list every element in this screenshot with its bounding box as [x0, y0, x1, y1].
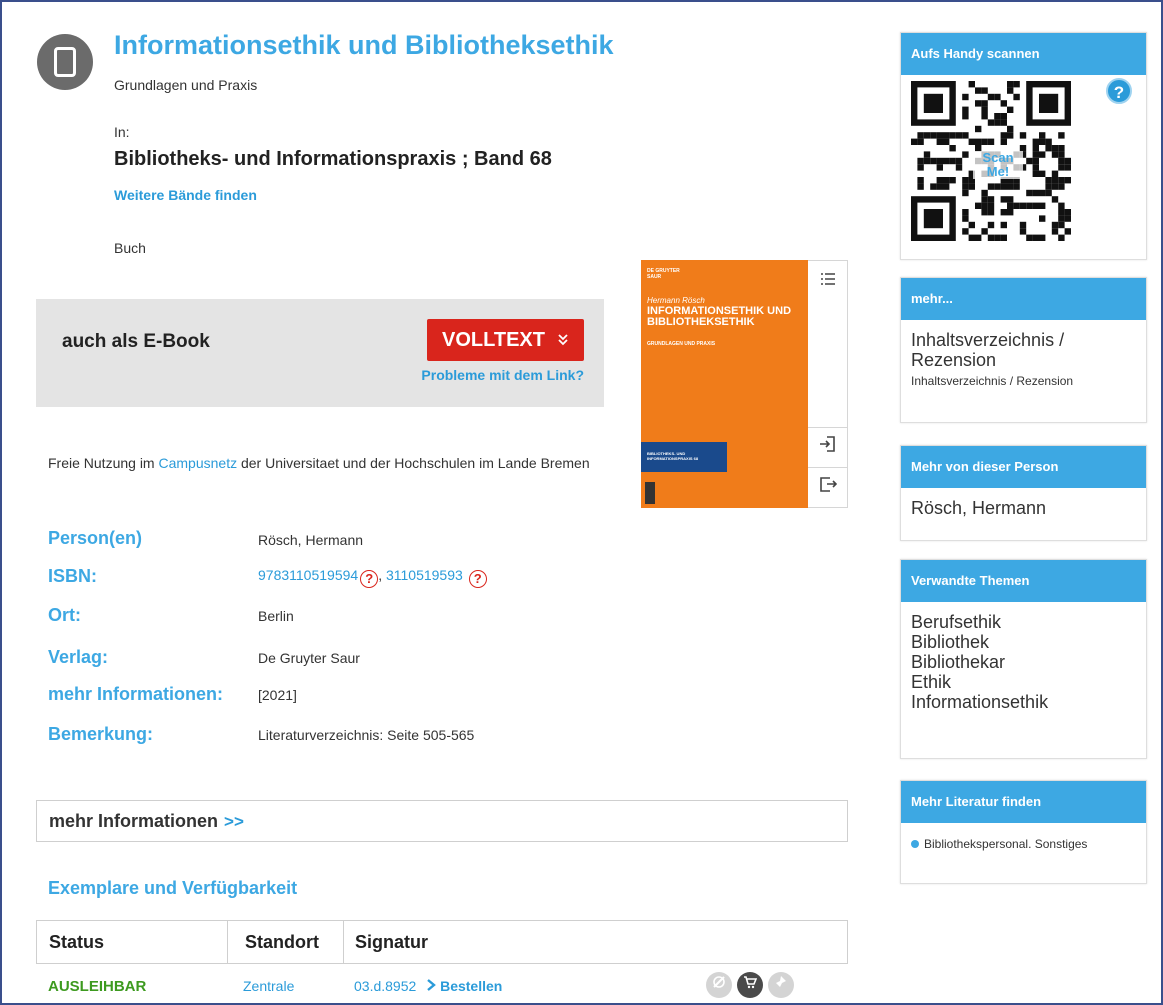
list-item[interactable]: Bibliothekspersonal. Sonstiges	[911, 837, 1136, 851]
order-link[interactable]: Bestellen	[440, 978, 502, 994]
header-signatur: Signatur	[355, 932, 429, 952]
in-label: In:	[114, 124, 130, 140]
subtitle: Grundlagen und Praxis	[114, 77, 258, 93]
book-icon	[37, 34, 93, 90]
bemerkung-label: Bemerkung:	[48, 724, 154, 744]
isbn-info-icon[interactable]: ?	[468, 570, 487, 588]
more-info-label: mehr Informationen	[49, 811, 219, 831]
pin-icon[interactable]	[768, 972, 794, 998]
topic-item[interactable]: Berufsethik	[911, 612, 1136, 632]
literature-heading: Mehr Literatur finden	[901, 781, 1146, 823]
scan-box: Aufs Handy scannen Scan Me! ?	[900, 32, 1147, 260]
header-status: Status	[49, 932, 105, 952]
campusnetz-link[interactable]: Campusnetz	[158, 455, 237, 471]
export-icon[interactable]	[816, 475, 840, 499]
free-use-note: Freie Nutzung im Campusnetz der Universi…	[48, 455, 590, 471]
media-type: Buch	[114, 240, 146, 256]
topic-item[interactable]: Bibliothekar	[911, 652, 1136, 672]
book-cover[interactable]: DE GRUYTER SAUR Hermann Rösch INFORMATION…	[641, 260, 808, 508]
cover-author: Hermann Rösch	[647, 296, 705, 305]
login-icon[interactable]	[816, 435, 840, 459]
signatur-link[interactable]: 03.d.8952	[354, 978, 416, 994]
isbn-info-icon[interactable]: ?	[360, 570, 379, 588]
standort-link[interactable]: Zentrale	[243, 978, 294, 994]
more-info-toggle[interactable]: mehr Informationen >>	[36, 800, 848, 842]
page-title: Informationsethik und Bibliotheksethik	[114, 30, 614, 60]
ebook-label: auch als E-Book	[62, 331, 210, 352]
topic-item[interactable]: Informationsethik	[911, 692, 1136, 712]
cover-publisher-mark	[645, 482, 655, 504]
person-link[interactable]: Rösch, Hermann	[258, 532, 363, 548]
table-header: Status Standort Signatur	[36, 920, 848, 964]
ort-label: Ort:	[48, 605, 81, 625]
verlag-label: Verlag:	[48, 647, 109, 667]
person-box: Mehr von dieser Person Rösch, Hermann	[900, 445, 1147, 541]
isbn-link-2[interactable]: 3110519593	[386, 567, 463, 583]
mehr-box: mehr... Inhaltsverzeichnis / Rezension I…	[900, 277, 1147, 423]
literature-link[interactable]: Bibliothekspersonal. Sonstiges	[924, 837, 1087, 851]
status-badge: AUSLEIHBAR	[48, 978, 147, 995]
table-row: 03.d.8952 Bestellen	[354, 978, 502, 994]
topics-box: Verwandte Themen Berufsethik Bibliothek …	[900, 559, 1147, 759]
cover-series-band: BIBLIOTHEKS- UND INFORMATIONSPRAXIS 68	[641, 442, 727, 472]
bemerkung-value: Literaturverzeichnis: Seite 505-565	[258, 727, 475, 743]
cover-tools	[808, 260, 848, 508]
scan-heading: Aufs Handy scannen	[901, 33, 1146, 75]
series-title: Bibliotheks- und Informationspraxis ; Ba…	[114, 148, 552, 170]
mehr-informationen-label: mehr Informationen:	[48, 684, 224, 704]
isbn-link-1[interactable]: 9783110519594	[258, 567, 358, 583]
mehr-link-small[interactable]: Inhaltsverzeichnis / Rezension	[911, 374, 1136, 388]
isbn-label: ISBN:	[48, 566, 97, 586]
problem-link[interactable]: Probleme mit dem Link?	[421, 367, 584, 383]
verlag-value: De Gruyter Saur	[258, 650, 360, 666]
help-icon[interactable]: ?	[1106, 78, 1132, 104]
list-icon[interactable]	[816, 271, 840, 295]
cover-publisher-sub: SAUR	[647, 274, 662, 280]
person-heading: Mehr von dieser Person	[901, 446, 1146, 488]
mehr-heading: mehr...	[901, 278, 1146, 320]
mehr-link-big[interactable]: Inhaltsverzeichnis / Rezension	[911, 330, 1071, 370]
scan-me-label: Scan Me!	[973, 151, 1023, 179]
cover-subtitle: GRUNDLAGEN UND PRAXIS	[647, 341, 716, 347]
topic-item[interactable]: Bibliothek	[911, 632, 1136, 652]
person-label: Person(en)	[48, 528, 143, 548]
volltext-button[interactable]: VOLLTEXT	[427, 319, 584, 361]
more-volumes-link[interactable]: Weitere Bände finden	[114, 187, 257, 203]
isbn-values: 9783110519594?, 3110519593 ?	[258, 567, 487, 588]
mehr-informationen-value: [2021]	[258, 687, 297, 703]
double-chevron-down-icon	[558, 334, 568, 346]
ort-value: Berlin	[258, 608, 294, 624]
volltext-label: VOLLTEXT	[442, 328, 545, 351]
double-chevron-right-icon: >>	[224, 812, 244, 831]
bullet-icon	[911, 840, 919, 848]
cart-icon[interactable]	[737, 972, 763, 998]
no-reserve-icon[interactable]	[706, 972, 732, 998]
chevron-right-icon	[426, 978, 440, 994]
literature-box: Mehr Literatur finden Bibliothekspersona…	[900, 780, 1147, 884]
ebook-box: auch als E-Book VOLLTEXT Probleme mit de…	[36, 299, 604, 407]
person-sidebar-link[interactable]: Rösch, Hermann	[911, 498, 1136, 518]
cover-title: INFORMATIONSETHIK UND BIBLIOTHEKSETHIK	[647, 305, 792, 328]
header-standort: Standort	[245, 932, 319, 952]
topics-heading: Verwandte Themen	[901, 560, 1146, 602]
topic-item[interactable]: Ethik	[911, 672, 1136, 692]
availability-heading: Exemplare und Verfügbarkeit	[48, 878, 298, 898]
